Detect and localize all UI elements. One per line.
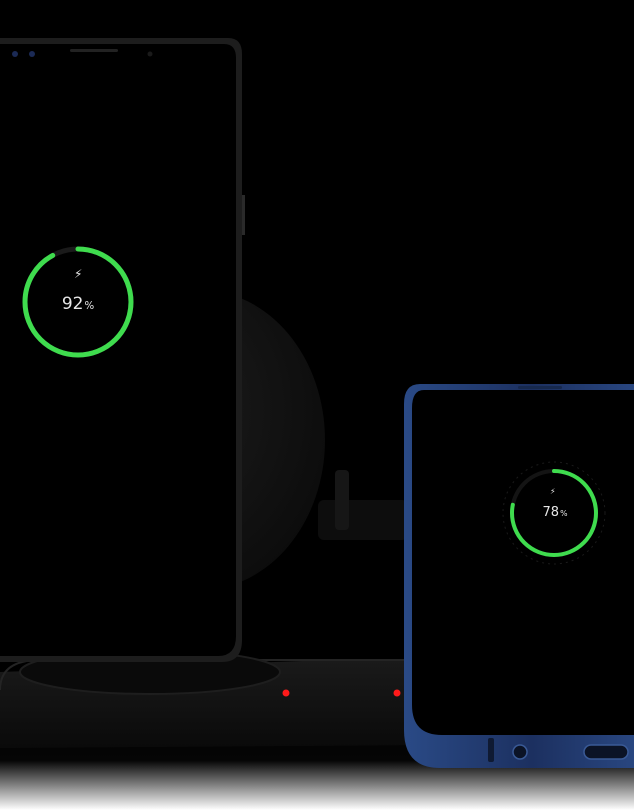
indicator-led-2 <box>393 689 401 697</box>
battery-percent-left-unit: % <box>84 301 95 312</box>
stand-clip <box>335 470 349 530</box>
charging-bolt-icon: ⚡︎ <box>74 267 83 281</box>
phone-left-side-button <box>242 195 245 235</box>
stand-neck <box>318 500 408 540</box>
charging-bolt-icon: ⚡︎ <box>550 487 556 496</box>
battery-percent-right-value: 78 <box>542 505 560 520</box>
phone-left-screen <box>0 44 236 656</box>
phone-right-screen <box>412 390 634 735</box>
battery-percent-right: 78% <box>510 506 600 519</box>
phone-left-camera <box>147 51 153 57</box>
product-photo: ⚡︎ 92% ⚡︎ 78% <box>0 0 634 810</box>
phone-right-speaker <box>518 386 562 389</box>
phone-right-antenna-line <box>488 738 494 762</box>
headphone-jack-icon <box>512 744 528 760</box>
usb-c-port-icon <box>583 744 629 760</box>
battery-percent-left-value: 92 <box>61 294 84 314</box>
scene-graphic <box>0 0 634 810</box>
indicator-led-1 <box>282 689 290 697</box>
phone-left-sensor <box>29 51 35 57</box>
battery-percent-right-unit: % <box>560 509 568 518</box>
phone-left-sensor <box>12 51 18 57</box>
battery-percent-left: 92% <box>38 296 118 313</box>
phone-left-speaker <box>70 49 118 52</box>
